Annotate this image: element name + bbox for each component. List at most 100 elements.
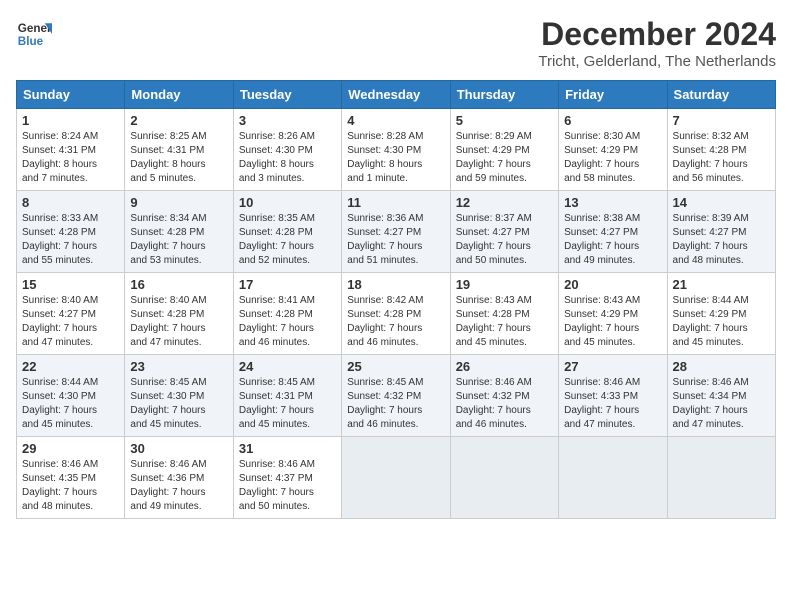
weekday-row: SundayMondayTuesdayWednesdayThursdayFrid… — [17, 81, 776, 109]
calendar-cell: 30 Sunrise: 8:46 AM Sunset: 4:36 PM Dayli… — [125, 437, 233, 519]
calendar-cell: 13 Sunrise: 8:38 AM Sunset: 4:27 PM Dayli… — [559, 191, 667, 273]
calendar-cell: 28 Sunrise: 8:46 AM Sunset: 4:34 PM Dayli… — [667, 355, 775, 437]
day-number: 20 — [564, 277, 661, 292]
calendar-week-row: 1 Sunrise: 8:24 AM Sunset: 4:31 PM Daylig… — [17, 109, 776, 191]
day-info: Sunrise: 8:40 AM Sunset: 4:28 PM Dayligh… — [130, 294, 227, 350]
day-number: 18 — [347, 277, 444, 292]
calendar-cell: 1 Sunrise: 8:24 AM Sunset: 4:31 PM Daylig… — [17, 109, 125, 191]
day-number: 6 — [564, 113, 661, 128]
calendar-cell: 15 Sunrise: 8:40 AM Sunset: 4:27 PM Dayli… — [17, 273, 125, 355]
day-info: Sunrise: 8:40 AM Sunset: 4:27 PM Dayligh… — [22, 294, 119, 350]
title-block: December 2024 Tricht, Gelderland, The Ne… — [538, 16, 776, 70]
subtitle: Tricht, Gelderland, The Netherlands — [538, 53, 776, 70]
calendar-cell: 20 Sunrise: 8:43 AM Sunset: 4:29 PM Dayli… — [559, 273, 667, 355]
day-info: Sunrise: 8:26 AM Sunset: 4:30 PM Dayligh… — [239, 130, 336, 186]
day-info: Sunrise: 8:42 AM Sunset: 4:28 PM Dayligh… — [347, 294, 444, 350]
calendar-cell: 7Sunrise: 8:32 AM Sunset: 4:28 PM Daylig… — [667, 109, 775, 191]
calendar-table: SundayMondayTuesdayWednesdayThursdayFrid… — [16, 80, 776, 519]
logo: General Blue — [16, 16, 52, 52]
day-number: 31 — [239, 441, 336, 456]
day-number: 30 — [130, 441, 227, 456]
day-info: Sunrise: 8:45 AM Sunset: 4:32 PM Dayligh… — [347, 376, 444, 432]
calendar-cell: 8Sunrise: 8:33 AM Sunset: 4:28 PM Daylig… — [17, 191, 125, 273]
calendar-cell — [559, 437, 667, 519]
calendar-cell: 4 Sunrise: 8:28 AM Sunset: 4:30 PM Daylig… — [342, 109, 450, 191]
page-header: General Blue December 2024 Tricht, Gelde… — [16, 16, 776, 70]
calendar-cell: 22 Sunrise: 8:44 AM Sunset: 4:30 PM Dayli… — [17, 355, 125, 437]
day-number: 21 — [673, 277, 770, 292]
calendar-cell: 10Sunrise: 8:35 AM Sunset: 4:28 PM Dayli… — [233, 191, 341, 273]
weekday-header: Thursday — [450, 81, 558, 109]
day-number: 3 — [239, 113, 336, 128]
weekday-header: Wednesday — [342, 81, 450, 109]
calendar-cell — [450, 437, 558, 519]
calendar-cell: 18 Sunrise: 8:42 AM Sunset: 4:28 PM Dayli… — [342, 273, 450, 355]
day-info: Sunrise: 8:43 AM Sunset: 4:28 PM Dayligh… — [456, 294, 553, 350]
calendar-cell: 14Sunrise: 8:39 AM Sunset: 4:27 PM Dayli… — [667, 191, 775, 273]
day-info: Sunrise: 8:46 AM Sunset: 4:32 PM Dayligh… — [456, 376, 553, 432]
calendar-cell: 9 Sunrise: 8:34 AM Sunset: 4:28 PM Daylig… — [125, 191, 233, 273]
calendar-cell: 19 Sunrise: 8:43 AM Sunset: 4:28 PM Dayli… — [450, 273, 558, 355]
day-info: Sunrise: 8:28 AM Sunset: 4:30 PM Dayligh… — [347, 130, 444, 186]
day-number: 24 — [239, 359, 336, 374]
day-number: 11 — [347, 195, 444, 210]
day-number: 28 — [673, 359, 770, 374]
day-info: Sunrise: 8:44 AM Sunset: 4:29 PM Dayligh… — [673, 294, 770, 350]
day-info: Sunrise: 8:45 AM Sunset: 4:30 PM Dayligh… — [130, 376, 227, 432]
day-info: Sunrise: 8:46 AM Sunset: 4:36 PM Dayligh… — [130, 458, 227, 514]
day-number: 13 — [564, 195, 661, 210]
day-number: 19 — [456, 277, 553, 292]
day-number: 22 — [22, 359, 119, 374]
calendar-cell: 11 Sunrise: 8:36 AM Sunset: 4:27 PM Dayli… — [342, 191, 450, 273]
calendar-cell — [667, 437, 775, 519]
calendar-week-row: 22 Sunrise: 8:44 AM Sunset: 4:30 PM Dayli… — [17, 355, 776, 437]
day-info: Sunrise: 8:37 AM Sunset: 4:27 PM Dayligh… — [456, 212, 553, 268]
day-number: 25 — [347, 359, 444, 374]
day-number: 14 — [673, 195, 770, 210]
calendar-cell: 25 Sunrise: 8:45 AM Sunset: 4:32 PM Dayli… — [342, 355, 450, 437]
day-number: 12 — [456, 195, 553, 210]
day-info: Sunrise: 8:46 AM Sunset: 4:37 PM Dayligh… — [239, 458, 336, 514]
calendar-week-row: 29Sunrise: 8:46 AM Sunset: 4:35 PM Dayli… — [17, 437, 776, 519]
calendar-cell: 29Sunrise: 8:46 AM Sunset: 4:35 PM Dayli… — [17, 437, 125, 519]
day-number: 4 — [347, 113, 444, 128]
day-info: Sunrise: 8:44 AM Sunset: 4:30 PM Dayligh… — [22, 376, 119, 432]
day-info: Sunrise: 8:34 AM Sunset: 4:28 PM Dayligh… — [130, 212, 227, 268]
calendar-body: 1 Sunrise: 8:24 AM Sunset: 4:31 PM Daylig… — [17, 109, 776, 519]
day-number: 17 — [239, 277, 336, 292]
weekday-header: Saturday — [667, 81, 775, 109]
calendar-cell: 17 Sunrise: 8:41 AM Sunset: 4:28 PM Dayli… — [233, 273, 341, 355]
day-info: Sunrise: 8:25 AM Sunset: 4:31 PM Dayligh… — [130, 130, 227, 186]
day-number: 9 — [130, 195, 227, 210]
day-number: 23 — [130, 359, 227, 374]
day-info: Sunrise: 8:41 AM Sunset: 4:28 PM Dayligh… — [239, 294, 336, 350]
calendar-cell: 21 Sunrise: 8:44 AM Sunset: 4:29 PM Dayli… — [667, 273, 775, 355]
day-info: Sunrise: 8:38 AM Sunset: 4:27 PM Dayligh… — [564, 212, 661, 268]
day-info: Sunrise: 8:46 AM Sunset: 4:34 PM Dayligh… — [673, 376, 770, 432]
main-title: December 2024 — [538, 16, 776, 53]
day-info: Sunrise: 8:36 AM Sunset: 4:27 PM Dayligh… — [347, 212, 444, 268]
weekday-header: Sunday — [17, 81, 125, 109]
calendar-cell: 31 Sunrise: 8:46 AM Sunset: 4:37 PM Dayli… — [233, 437, 341, 519]
weekday-header: Friday — [559, 81, 667, 109]
day-number: 2 — [130, 113, 227, 128]
calendar-cell — [342, 437, 450, 519]
day-info: Sunrise: 8:43 AM Sunset: 4:29 PM Dayligh… — [564, 294, 661, 350]
calendar-cell: 24Sunrise: 8:45 AM Sunset: 4:31 PM Dayli… — [233, 355, 341, 437]
calendar-cell: 23 Sunrise: 8:45 AM Sunset: 4:30 PM Dayli… — [125, 355, 233, 437]
day-info: Sunrise: 8:35 AM Sunset: 4:28 PM Dayligh… — [239, 212, 336, 268]
calendar-cell: 26Sunrise: 8:46 AM Sunset: 4:32 PM Dayli… — [450, 355, 558, 437]
day-info: Sunrise: 8:46 AM Sunset: 4:33 PM Dayligh… — [564, 376, 661, 432]
day-info: Sunrise: 8:24 AM Sunset: 4:31 PM Dayligh… — [22, 130, 119, 186]
day-number: 15 — [22, 277, 119, 292]
logo-icon: General Blue — [16, 16, 52, 52]
day-number: 7 — [673, 113, 770, 128]
calendar-cell: 6Sunrise: 8:30 AM Sunset: 4:29 PM Daylig… — [559, 109, 667, 191]
day-number: 16 — [130, 277, 227, 292]
day-number: 27 — [564, 359, 661, 374]
day-number: 1 — [22, 113, 119, 128]
day-number: 29 — [22, 441, 119, 456]
calendar-week-row: 15 Sunrise: 8:40 AM Sunset: 4:27 PM Dayli… — [17, 273, 776, 355]
weekday-header: Monday — [125, 81, 233, 109]
calendar-cell: 3 Sunrise: 8:26 AM Sunset: 4:30 PM Daylig… — [233, 109, 341, 191]
